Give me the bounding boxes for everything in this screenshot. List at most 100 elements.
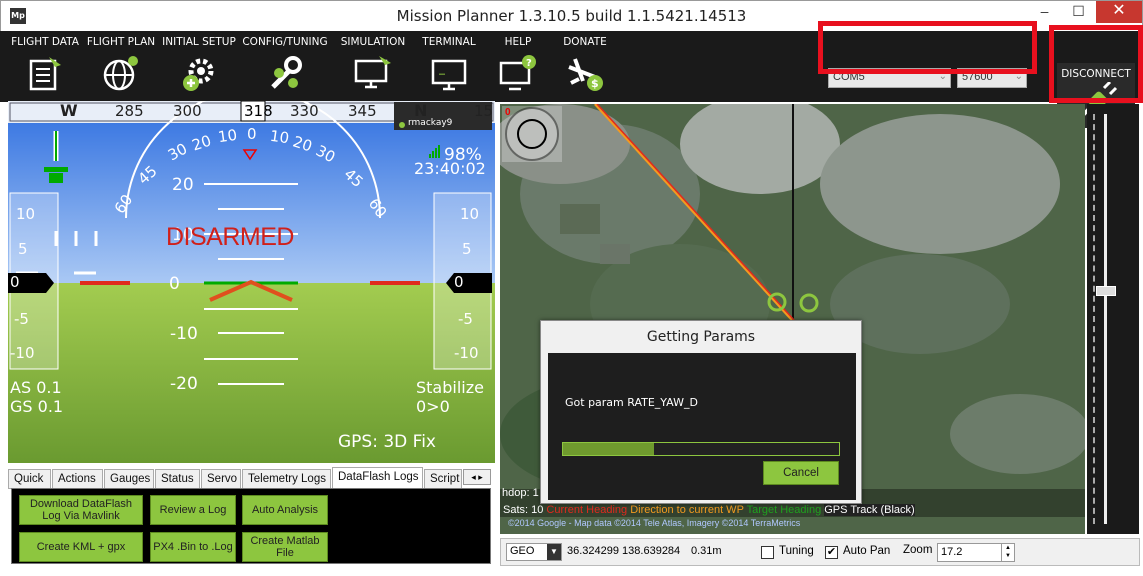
pitch-label: 0 xyxy=(169,274,180,294)
create-kml-button[interactable]: Create KML + gpx xyxy=(19,532,143,562)
gps-status: GPS: 3D Fix xyxy=(338,432,436,452)
tab-actions[interactable]: Actions xyxy=(52,469,103,489)
speed-tape-label: -5 xyxy=(14,310,29,328)
tab-quick[interactable]: Quick xyxy=(8,469,51,489)
legend-current-heading: Current Heading xyxy=(546,504,628,516)
nav-terminal[interactable]: TERMINAL … xyxy=(414,31,484,102)
donate-icon: $ xyxy=(568,58,603,91)
tab-scroll-arrows[interactable]: ◂ ▸ xyxy=(463,469,491,485)
alt-tape-label: 10 xyxy=(460,205,480,223)
nav-flight-data-label: FLIGHT DATA xyxy=(11,36,79,48)
armed-status: DISARMED xyxy=(166,223,294,251)
nav-flight-data[interactable]: FLIGHT DATA xyxy=(8,31,82,102)
minimize-button[interactable]: – xyxy=(1028,1,1061,23)
alt-tape-label: -10 xyxy=(454,344,479,362)
speed-tape-label: 0 xyxy=(10,273,20,291)
roll-label: 10 xyxy=(268,126,291,148)
hdop-readout: hdop: 1 xyxy=(502,487,539,499)
tab-servo[interactable]: Servo xyxy=(201,469,241,489)
dialog-title: Getting Params xyxy=(646,329,756,345)
sats-readout: Sats: 10 xyxy=(503,504,544,516)
nav-config-tuning-label: CONFIG/TUNING xyxy=(242,36,328,48)
close-button[interactable]: ✕ xyxy=(1096,1,1142,23)
autopan-label: Auto Pan xyxy=(843,545,891,557)
nav-flight-plan[interactable]: FLIGHT PLAN xyxy=(84,31,158,102)
maximize-button[interactable]: ☐ xyxy=(1062,1,1095,23)
tuning-label: Tuning xyxy=(779,545,814,557)
dialog-body: Got param RATE_YAW_D Cancel xyxy=(548,353,856,500)
help-icon: ? xyxy=(499,55,536,91)
dialog-message: Got param RATE_YAW_D xyxy=(565,396,698,409)
roll-label: 10 xyxy=(216,125,239,147)
review-log-button[interactable]: Review a Log xyxy=(150,495,236,525)
hud-display: W 285 300 318 330 345 N 15 rmackay9 60 4… xyxy=(8,101,495,463)
cancel-button[interactable]: Cancel xyxy=(763,461,839,485)
nav-help-label: HELP xyxy=(504,36,532,48)
checkmark-icon: ✔ xyxy=(826,546,837,558)
nav-simulation[interactable]: SIMULATION xyxy=(336,31,410,102)
speed-tape-label: 5 xyxy=(18,240,28,258)
nav-help[interactable]: HELP ? xyxy=(488,31,548,102)
legend-target-heading: Target Heading xyxy=(746,504,822,516)
zoom-label: Zoom xyxy=(903,544,933,556)
map-zoom-slider[interactable] xyxy=(1087,104,1139,534)
nav-donate-label: DONATE xyxy=(563,36,607,48)
px4-bin-to-log-button[interactable]: PX4 .Bin to .Log xyxy=(150,532,236,562)
altitude-readout: 0.31m xyxy=(691,545,722,557)
download-dataflash-button[interactable]: Download DataFlash Log Via Mavlink xyxy=(19,495,143,525)
pitch-label: 20 xyxy=(172,175,194,195)
tab-dataflash-logs[interactable]: DataFlash Logs xyxy=(332,467,423,489)
tab-status[interactable]: Status xyxy=(155,469,200,489)
camera-user-label: rmackay9 xyxy=(408,118,453,128)
speed-tape-label: 10 xyxy=(16,205,36,223)
tuning-checkbox[interactable] xyxy=(761,546,774,559)
tab-gauges[interactable]: Gauges xyxy=(104,469,154,489)
zoom-input[interactable]: 17.2 ▲ ▼ xyxy=(937,543,1015,562)
coordinates-readout: 36.324299 138.639284 xyxy=(567,545,681,557)
create-matlab-button[interactable]: Create Matlab File xyxy=(242,532,328,562)
coord-mode-select[interactable]: GEO ▼ xyxy=(506,543,562,561)
legend-direction-wp: Direction to current WP xyxy=(630,504,744,516)
nav-flight-plan-label: FLIGHT PLAN xyxy=(86,36,156,48)
coord-mode-value: GEO xyxy=(510,545,535,557)
alt-tape-label: 5 xyxy=(462,240,472,258)
heading-tick: 300 xyxy=(173,102,202,120)
zoom-value: 17.2 xyxy=(941,546,963,558)
heading-tick: 345 xyxy=(348,102,377,120)
param-progress-bar xyxy=(562,442,840,456)
flight-mode: Stabilize xyxy=(416,378,484,397)
flight-plan-icon xyxy=(103,56,138,91)
legend-gps-track: GPS Track (Black) xyxy=(824,504,915,516)
dataflash-logs-panel: Download DataFlash Log Via Mavlink Revie… xyxy=(11,488,491,564)
bottom-tab-strip: Quick Actions Gauges Status Servo Teleme… xyxy=(8,467,492,489)
chevron-right-icon: ▸ xyxy=(478,472,483,482)
nav-donate[interactable]: DONATE $ xyxy=(554,31,616,102)
pitch-label: -10 xyxy=(170,324,198,344)
speed-tape-label: -10 xyxy=(10,344,35,362)
airspeed: AS 0.1 xyxy=(10,378,62,397)
heading-tick: 330 xyxy=(290,102,319,120)
heading-tick-w: W xyxy=(60,101,78,120)
tab-telemetry-logs[interactable]: Telemetry Logs xyxy=(242,469,331,489)
nav-terminal-label: TERMINAL xyxy=(422,36,476,48)
chevron-down-icon: ▼ xyxy=(547,544,561,560)
roll-label: 0 xyxy=(247,125,257,143)
svg-text:?: ? xyxy=(526,58,532,69)
initial-setup-icon xyxy=(183,58,214,91)
nav-config-tuning[interactable]: CONFIG/TUNING xyxy=(242,31,328,102)
map-copyright: ©2014 Google - Map data ©2014 Tele Atlas… xyxy=(508,518,801,528)
tab-script[interactable]: Script xyxy=(424,469,462,489)
progress-fill xyxy=(563,443,655,455)
zoom-spinner[interactable]: ▲ ▼ xyxy=(1001,544,1014,561)
simulation-icon xyxy=(354,56,391,89)
chevron-left-icon: ◂ xyxy=(471,472,476,482)
nav-initial-setup[interactable]: INITIAL SETUP xyxy=(160,31,238,102)
autopan-checkbox[interactable]: ✔ xyxy=(825,546,838,559)
pitch-label: -20 xyxy=(170,374,198,394)
zoom-slider-thumb[interactable] xyxy=(1096,286,1116,296)
waypoint-status: 0>0 xyxy=(416,397,450,416)
config-tuning-icon xyxy=(271,56,302,89)
auto-analysis-button[interactable]: Auto Analysis xyxy=(242,495,328,525)
alt-tape-label: -5 xyxy=(458,310,473,328)
alt-tape-label: 0 xyxy=(454,273,464,291)
